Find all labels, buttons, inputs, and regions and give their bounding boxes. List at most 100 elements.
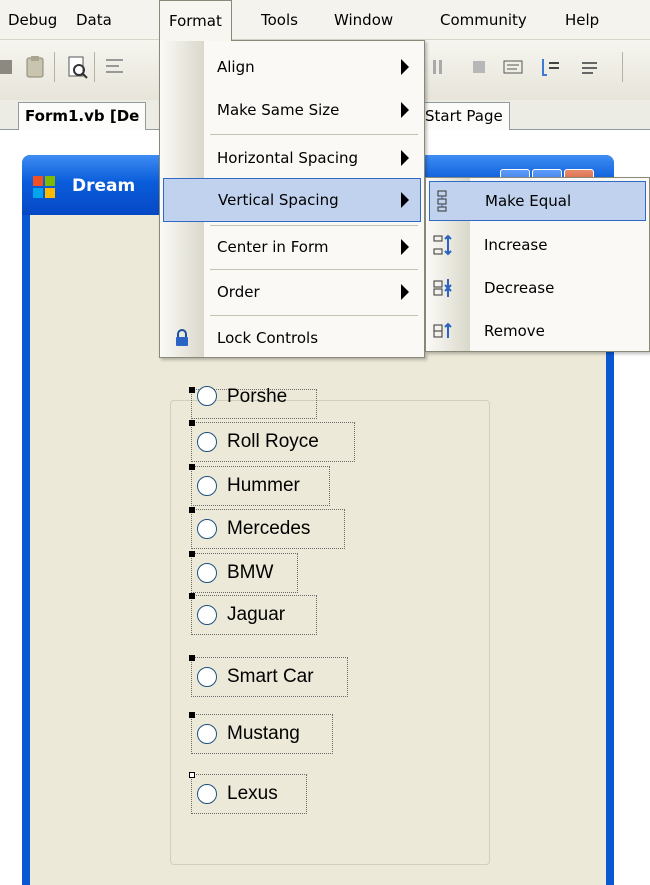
- menu-item-increase[interactable]: Increase: [426, 224, 649, 266]
- submenu-arrow-icon: [401, 239, 409, 255]
- selection-handle[interactable]: [189, 551, 195, 557]
- radio-circle: [197, 386, 217, 406]
- columns-icon[interactable]: [428, 54, 454, 80]
- radio-label: Mustang: [227, 723, 300, 744]
- radio-circle: [197, 519, 217, 539]
- menu-format[interactable]: Format: [159, 0, 232, 41]
- radio-circle: [197, 724, 217, 744]
- menu-item-label: Vertical Spacing: [218, 191, 339, 209]
- format-menu: Align Make Same Size Horizontal Spacing …: [159, 40, 425, 358]
- radio-roll-royce[interactable]: Roll Royce: [189, 420, 355, 462]
- indent-icon[interactable]: [538, 54, 564, 80]
- radio-hummer[interactable]: Hummer: [189, 464, 330, 506]
- selection-handle[interactable]: [189, 507, 195, 513]
- menu-item-remove[interactable]: Remove: [426, 310, 649, 352]
- align-left-icon[interactable]: [103, 54, 129, 80]
- primary-selection-handle[interactable]: [189, 772, 195, 778]
- menu-item-label: Align: [217, 58, 255, 76]
- selection-handle[interactable]: [189, 655, 195, 661]
- stop-icon[interactable]: [466, 54, 492, 80]
- radio-mustang[interactable]: Mustang: [189, 712, 333, 754]
- remove-spacing-icon: [433, 322, 452, 338]
- outdent-icon[interactable]: [577, 54, 603, 80]
- radio-label: Porshe: [227, 386, 288, 407]
- toolbar-separator: [94, 52, 95, 82]
- menu-data[interactable]: Data: [76, 0, 112, 40]
- menu-item-vertical-spacing[interactable]: Vertical Spacing: [163, 178, 421, 222]
- radio-smart-car[interactable]: Smart Car: [189, 655, 348, 697]
- radio-circle: [197, 476, 217, 496]
- radio-circle: [197, 667, 217, 687]
- radio-label: Mercedes: [227, 518, 311, 539]
- menu-separator: [210, 315, 418, 316]
- radio-label: Hummer: [227, 475, 300, 496]
- lock-icon: [176, 329, 188, 346]
- menu-item-decrease[interactable]: Decrease: [426, 267, 649, 309]
- radio-label: Jaguar: [227, 604, 286, 625]
- menu-item-lock-controls[interactable]: Lock Controls: [160, 319, 424, 357]
- menu-item-label: Remove: [484, 322, 545, 340]
- selection-handle[interactable]: [189, 593, 195, 599]
- radio-bmw[interactable]: BMW: [189, 551, 298, 593]
- radio-lexus[interactable]: Lexus: [189, 772, 307, 814]
- radio-label: Lexus: [227, 783, 278, 804]
- menu-separator: [210, 225, 418, 226]
- menu-item-label: Lock Controls: [217, 329, 319, 347]
- print-preview-icon[interactable]: [64, 54, 90, 80]
- menu-window[interactable]: Window: [334, 0, 393, 40]
- comment-icon[interactable]: [500, 54, 526, 80]
- decrease-spacing-icon: [433, 279, 452, 297]
- radio-circle: [197, 432, 217, 452]
- menu-item-label: Make Same Size: [217, 101, 340, 119]
- radio-circle: [197, 784, 217, 804]
- submenu-arrow-icon: [401, 284, 409, 300]
- menu-separator: [210, 269, 418, 270]
- cut-icon[interactable]: [0, 54, 20, 80]
- tab-start-page[interactable]: Start Page: [418, 102, 510, 130]
- selection-handle[interactable]: [189, 464, 195, 470]
- submenu-arrow-icon: [401, 59, 409, 75]
- group-box[interactable]: Porshe Roll Royce Hummer Mercedes BMW Ja…: [170, 386, 490, 865]
- form-app-icon: [33, 176, 55, 198]
- menu-item-align[interactable]: Align: [160, 47, 424, 87]
- radio-label: Smart Car: [227, 666, 314, 687]
- menu-item-label: Horizontal Spacing: [217, 149, 359, 167]
- paste-icon[interactable]: [22, 54, 48, 80]
- menu-tools[interactable]: Tools: [261, 0, 298, 40]
- menu-item-label: Center in Form: [217, 238, 329, 256]
- radio-label: BMW: [227, 562, 274, 583]
- vertical-spacing-submenu: Make Equal Increase Decrease Remove: [425, 177, 650, 352]
- menu-item-label: Decrease: [484, 279, 555, 297]
- menu-help[interactable]: Help: [565, 0, 599, 40]
- toolbar-separator: [622, 52, 623, 82]
- menu-item-label: Increase: [484, 236, 548, 254]
- submenu-arrow-icon: [401, 192, 409, 208]
- menu-item-center-in-form[interactable]: Center in Form: [160, 227, 424, 267]
- menu-item-label: Order: [217, 283, 260, 301]
- menu-separator: [210, 134, 418, 135]
- radio-circle: [197, 605, 217, 625]
- tab-form1-designer[interactable]: Form1.vb [De: [18, 102, 147, 130]
- radio-porshe[interactable]: Porshe: [189, 386, 317, 419]
- radio-circle: [197, 563, 217, 583]
- menu-item-make-equal[interactable]: Make Equal: [429, 181, 646, 221]
- form-title: Dream: [72, 176, 136, 196]
- submenu-arrow-icon: [401, 150, 409, 166]
- menu-community[interactable]: Community: [440, 0, 527, 40]
- menu-bar: Debug Data Format Tools Window Community…: [0, 0, 650, 41]
- menu-item-make-same-size[interactable]: Make Same Size: [160, 90, 424, 130]
- increase-spacing-icon: [433, 234, 452, 256]
- radio-jaguar[interactable]: Jaguar: [189, 593, 317, 635]
- radio-mercedes[interactable]: Mercedes: [189, 507, 345, 549]
- selection-handle[interactable]: [189, 420, 195, 426]
- selection-handle[interactable]: [189, 712, 195, 718]
- selection-handle[interactable]: [189, 387, 195, 393]
- menu-item-label: Make Equal: [485, 192, 572, 210]
- menu-debug[interactable]: Debug: [8, 0, 57, 40]
- make-equal-icon: [437, 190, 447, 212]
- menu-item-order[interactable]: Order: [160, 272, 424, 312]
- submenu-arrow-icon: [401, 102, 409, 118]
- menu-item-horizontal-spacing[interactable]: Horizontal Spacing: [160, 138, 424, 178]
- radio-label: Roll Royce: [227, 431, 319, 452]
- toolbar-separator: [54, 52, 55, 82]
